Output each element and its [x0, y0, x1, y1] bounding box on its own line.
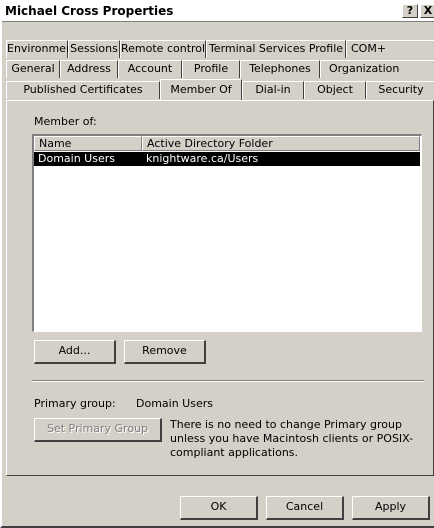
- primary-group-note: There is no need to change Primary group…: [170, 418, 414, 459]
- primary-group-value: Domain Users: [136, 397, 213, 410]
- window-title: Michael Cross Properties: [5, 4, 174, 18]
- apply-button[interactable]: Apply: [352, 496, 430, 520]
- separator: [32, 380, 424, 382]
- member-of-label: Member of:: [34, 115, 97, 128]
- title-bar: Michael Cross Properties ? X: [2, 2, 434, 22]
- row-name: Domain Users: [38, 152, 115, 165]
- member-of-list[interactable]: Name Active Directory Folder Domain User…: [32, 134, 422, 332]
- tab-dial-in[interactable]: Dial-in: [242, 81, 304, 99]
- tab-address[interactable]: Address: [60, 60, 118, 78]
- column-header-ad-folder[interactable]: Active Directory Folder: [142, 136, 420, 151]
- properties-dialog: Michael Cross Properties ? X Environment…: [0, 0, 434, 528]
- cancel-button[interactable]: Cancel: [266, 496, 344, 520]
- tab-organization[interactable]: Organization: [320, 60, 434, 78]
- column-header-name[interactable]: Name: [34, 136, 142, 151]
- add-button[interactable]: Add...: [34, 340, 116, 364]
- remove-button[interactable]: Remove: [124, 340, 206, 364]
- primary-group-label: Primary group:: [34, 397, 116, 410]
- tab-environment[interactable]: Environment: [6, 40, 77, 58]
- tab-published-certificates[interactable]: Published Certificates: [6, 81, 160, 99]
- tab-member-of[interactable]: Member Of: [160, 79, 242, 100]
- tab-account[interactable]: Account: [118, 60, 182, 78]
- list-row-selected[interactable]: Domain Users knightware.ca/Users: [34, 152, 420, 166]
- ok-button[interactable]: OK: [180, 496, 258, 520]
- tab-profile[interactable]: Profile: [182, 60, 240, 78]
- tab-remote-control[interactable]: Remote control: [120, 40, 206, 58]
- close-button[interactable]: X: [420, 4, 434, 18]
- row-folder: knightware.ca/Users: [146, 152, 259, 165]
- set-primary-group-button[interactable]: Set Primary Group: [34, 418, 162, 442]
- tab-terminal-services-profile[interactable]: Terminal Services Profile: [206, 40, 346, 58]
- tab-com-plus[interactable]: COM+: [346, 40, 434, 58]
- tab-security[interactable]: Security: [366, 81, 434, 99]
- help-button[interactable]: ?: [402, 4, 418, 18]
- tab-object[interactable]: Object: [304, 81, 366, 99]
- tab-general[interactable]: General: [6, 60, 60, 78]
- tab-sessions[interactable]: Sessions: [68, 40, 120, 58]
- tab-telephones[interactable]: Telephones: [240, 60, 320, 78]
